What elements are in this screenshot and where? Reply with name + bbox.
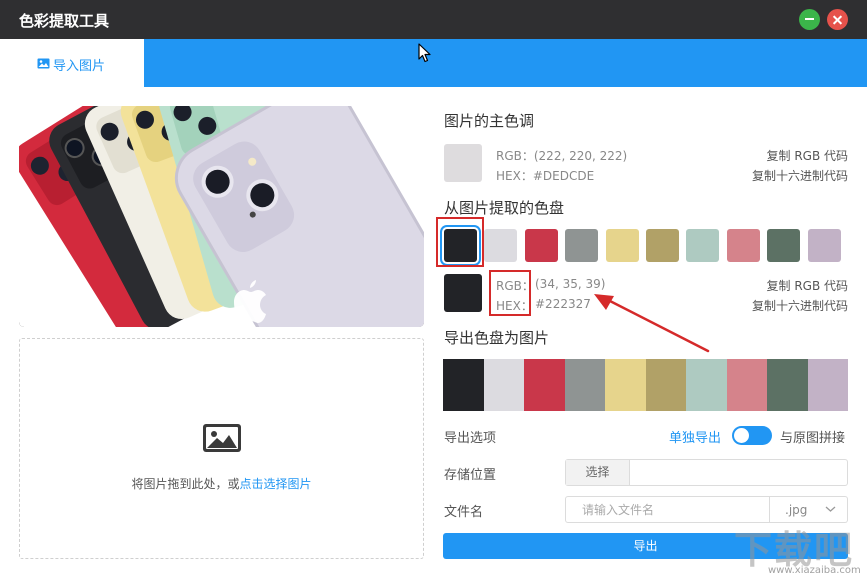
dominant-color-title: 图片的主色调	[444, 112, 535, 130]
phone-photo	[19, 106, 424, 327]
select-location-button[interactable]: 选择	[566, 460, 630, 485]
image-icon	[203, 424, 241, 452]
filename-label: 文件名	[444, 505, 484, 520]
selected-color-swatch	[444, 274, 482, 312]
extension-value: .jpg	[785, 503, 808, 517]
export-color-cell	[483, 359, 524, 411]
copy-hex-button[interactable]: 复制十六进制代码	[752, 297, 848, 314]
app-title: 色彩提取工具	[19, 12, 110, 30]
palette-swatch[interactable]	[767, 229, 801, 262]
export-mode-separate[interactable]: 单独导出	[669, 427, 721, 446]
palette-swatch[interactable]	[726, 229, 760, 262]
site-watermark: 下载吧 www.xiazaiba.com	[730, 519, 867, 578]
select-image-link[interactable]: 点击选择图片	[240, 477, 312, 491]
minimize-button[interactable]	[799, 9, 820, 30]
dominant-hex: HEX：#DEDCDE	[496, 169, 595, 183]
palette-title: 从图片提取的色盘	[444, 199, 565, 217]
selected-rgb-value: (34, 35, 39)	[535, 277, 606, 291]
palette-swatch[interactable]	[686, 229, 720, 262]
copy-hex-button[interactable]: 复制十六进制代码	[752, 167, 848, 184]
export-color-cell	[443, 359, 484, 411]
image-preview	[19, 106, 424, 327]
image-icon	[37, 58, 50, 69]
export-color-cell	[726, 359, 767, 411]
tab-label: 导入图片	[53, 59, 106, 74]
tab-import-image[interactable]: 导入图片	[0, 39, 144, 87]
export-color-cell	[645, 359, 686, 411]
palette-swatch[interactable]	[484, 229, 518, 262]
palette-swatch[interactable]	[646, 229, 679, 262]
dominant-rgb: RGB：(222, 220, 222)	[496, 149, 628, 163]
export-options-label: 导出选项	[444, 431, 497, 446]
mouse-cursor-icon	[418, 43, 431, 63]
annotation-frame	[489, 270, 531, 316]
location-field[interactable]: 选择	[565, 459, 848, 486]
export-mode-combine[interactable]: 与原图拼接	[780, 427, 845, 446]
export-title: 导出色盘为图片	[444, 329, 550, 347]
palette-swatch[interactable]	[807, 229, 841, 262]
palette-swatch[interactable]	[565, 229, 599, 262]
title-bar: 色彩提取工具	[0, 0, 867, 39]
location-label: 存储位置	[444, 468, 497, 483]
annotation-frame	[436, 217, 484, 267]
image-drop-zone[interactable]: 将图片拖到此处，或点击选择图片	[19, 338, 424, 559]
annotation-arrow-icon	[594, 294, 710, 353]
toggle-knob	[734, 428, 749, 443]
dominant-color-swatch	[444, 144, 482, 182]
chevron-down-icon	[825, 506, 836, 512]
export-palette-strip	[443, 359, 848, 411]
export-color-cell	[605, 359, 646, 411]
palette-swatch[interactable]	[605, 229, 639, 262]
close-button[interactable]	[827, 9, 848, 30]
drop-instructions: 将图片拖到此处，或点击选择图片	[20, 475, 423, 492]
export-color-cell	[686, 359, 727, 411]
export-mode-toggle[interactable]	[732, 426, 772, 445]
watermark-url: www.xiazaiba.com	[768, 565, 861, 576]
palette-swatch[interactable]	[524, 229, 558, 262]
export-color-cell	[524, 359, 565, 411]
tab-bar: 导入图片	[0, 39, 867, 87]
copy-rgb-button[interactable]: 复制 RGB 代码	[767, 147, 849, 164]
export-color-cell	[564, 359, 605, 411]
copy-rgb-button[interactable]: 复制 RGB 代码	[767, 277, 849, 294]
export-color-cell	[767, 359, 808, 411]
selected-hex-value: #222327	[535, 297, 591, 311]
drop-text: 将图片拖到此处，或	[131, 477, 240, 491]
export-color-cell	[807, 359, 848, 411]
